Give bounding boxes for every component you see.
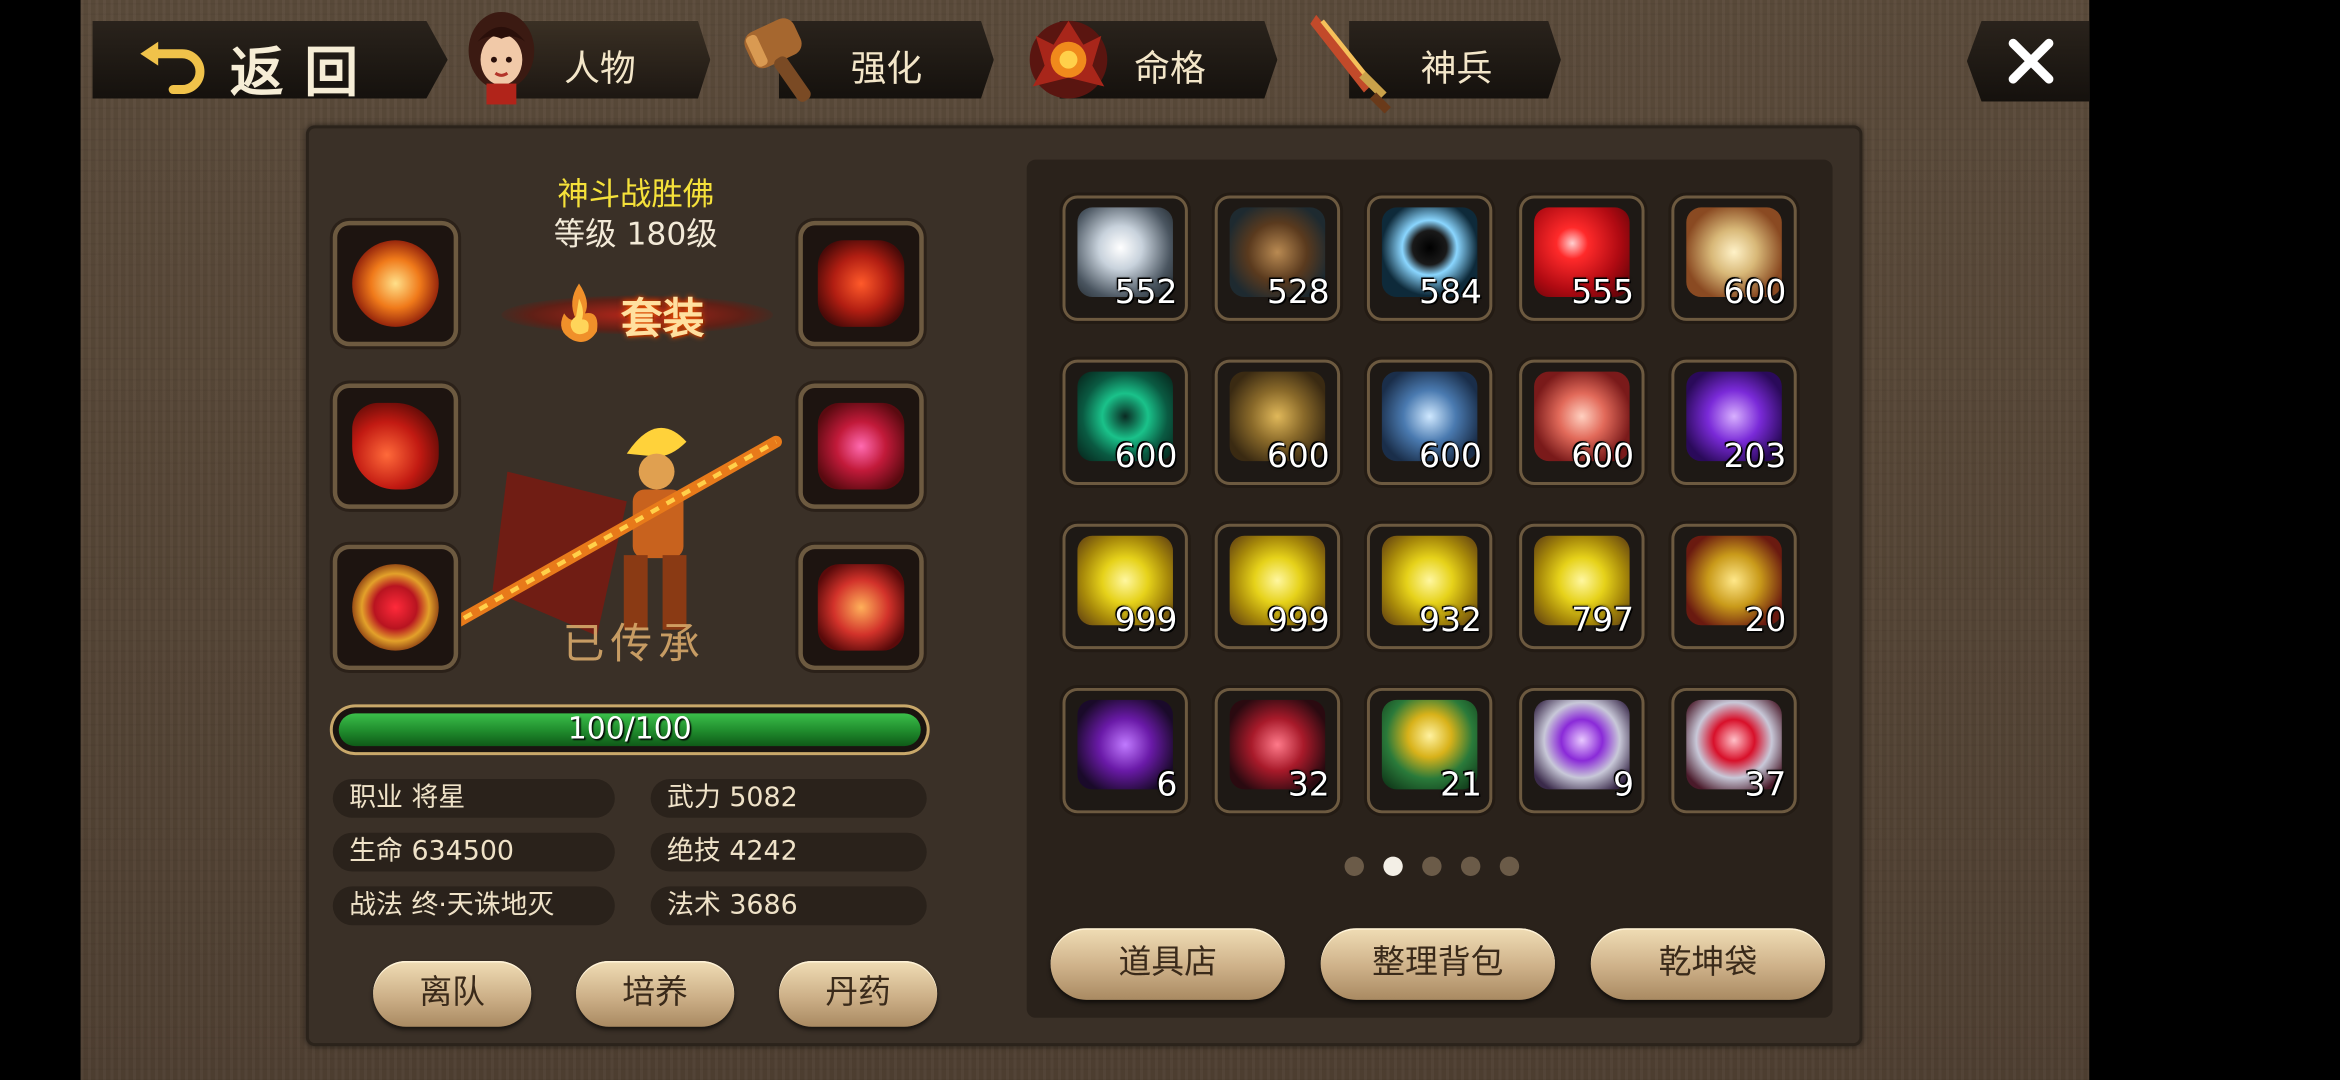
tab-enhance[interactable]: 强化 xyxy=(740,18,994,102)
inventory-slot[interactable]: 600 xyxy=(1065,362,1185,483)
inventory-slot[interactable]: 932 xyxy=(1369,526,1490,647)
item-count: 21 xyxy=(1440,767,1482,805)
stat-tactic: 战法 终·天诛地灭 xyxy=(332,886,615,926)
inventory-slot[interactable]: 999 xyxy=(1065,526,1185,647)
stat-power: 武力 5082 xyxy=(650,778,927,818)
page-dot[interactable] xyxy=(1383,856,1403,876)
item-count: 37 xyxy=(1744,767,1787,805)
demon-emblem-icon xyxy=(1029,20,1108,99)
inventory-slot[interactable]: 999 xyxy=(1217,526,1338,647)
item-count: 9 xyxy=(1613,767,1635,805)
page-dot[interactable] xyxy=(1460,856,1481,876)
equip-slot-ruby-amulet[interactable] xyxy=(337,549,454,666)
inventory-slot[interactable]: 552 xyxy=(1065,198,1185,318)
page-dot[interactable] xyxy=(1499,856,1520,876)
item-count: 932 xyxy=(1419,602,1482,641)
item-count: 552 xyxy=(1114,274,1178,312)
inventory-slot[interactable]: 600 xyxy=(1217,362,1338,483)
tab-weapon[interactable]: 神兵 xyxy=(1307,14,1561,114)
item-count: 999 xyxy=(1266,602,1330,641)
item-count: 600 xyxy=(1723,274,1787,312)
page-dot[interactable] xyxy=(1422,856,1442,876)
close-button[interactable] xyxy=(1966,20,2090,102)
item-count: 600 xyxy=(1114,438,1178,477)
item-count: 203 xyxy=(1723,438,1787,477)
item-count: 600 xyxy=(1266,438,1330,477)
page-dot[interactable] xyxy=(1344,856,1364,876)
tab-character-label: 人物 xyxy=(564,47,636,90)
tab-weapon-label: 神兵 xyxy=(1420,47,1493,90)
stat-life: 生命 634500 xyxy=(332,832,615,872)
sort-bag-button[interactable]: 整理背包 xyxy=(1320,928,1555,1000)
back-label: 返回 xyxy=(229,41,380,105)
item-count: 600 xyxy=(1419,438,1482,477)
inventory-slot[interactable]: 9 xyxy=(1522,690,1642,811)
inventory-slot[interactable]: 21 xyxy=(1369,690,1490,811)
set-badge[interactable]: 套装 xyxy=(501,278,774,353)
tab-character[interactable]: 人物 xyxy=(460,11,711,105)
item-count: 999 xyxy=(1114,602,1178,641)
inherited-label: 已传承 xyxy=(562,619,706,669)
item-count: 20 xyxy=(1744,602,1787,641)
magic-bag-button[interactable]: 乾坤袋 xyxy=(1590,928,1826,1000)
tab-fate-label: 命格 xyxy=(1134,47,1206,90)
inventory-slot[interactable]: 600 xyxy=(1369,362,1490,483)
equip-slot-flame-boots[interactable] xyxy=(802,549,920,666)
hp-bar-text: 100/100 xyxy=(567,710,692,747)
pill-button[interactable]: 丹药 xyxy=(778,961,938,1027)
inventory-slot[interactable]: 37 xyxy=(1674,690,1794,811)
sword-icon xyxy=(1310,14,1391,114)
leave-team-button[interactable]: 离队 xyxy=(373,961,532,1027)
hero-level: 等级 180级 xyxy=(553,216,718,253)
hp-bar: 100/100 xyxy=(332,707,927,753)
equip-slot-dragon-armor[interactable] xyxy=(802,387,920,505)
item-count: 528 xyxy=(1266,274,1330,312)
equip-slot-fire-charm[interactable] xyxy=(337,225,454,342)
item-count: 6 xyxy=(1156,767,1178,805)
inventory-slot[interactable]: 6 xyxy=(1065,690,1185,811)
item-count: 555 xyxy=(1571,274,1635,312)
equip-slot-flame-glove[interactable] xyxy=(337,387,454,505)
item-count: 600 xyxy=(1571,438,1635,477)
inventory-slot[interactable]: 584 xyxy=(1369,198,1490,318)
item-count: 584 xyxy=(1419,274,1482,312)
stat-skill: 绝技 4242 xyxy=(650,832,927,872)
inventory-slot[interactable]: 600 xyxy=(1522,362,1642,483)
inventory-slot[interactable]: 797 xyxy=(1522,526,1642,647)
item-count: 797 xyxy=(1571,602,1635,641)
tab-enhance-label: 强化 xyxy=(850,47,923,90)
item-shop-button[interactable]: 道具店 xyxy=(1050,928,1285,1000)
equip-slot-demon-helm[interactable] xyxy=(802,225,920,342)
inventory-slot[interactable]: 203 xyxy=(1674,362,1794,483)
tab-fate[interactable]: 命格 xyxy=(1021,20,1278,99)
inventory-slot[interactable]: 555 xyxy=(1522,198,1642,318)
train-button[interactable]: 培养 xyxy=(576,961,735,1027)
stat-magic: 法术 3686 xyxy=(650,886,927,926)
heroine-portrait-icon xyxy=(468,11,535,105)
close-icon xyxy=(2008,38,2054,84)
set-label: 套装 xyxy=(620,293,705,344)
hero-name: 神斗战胜佛 xyxy=(557,176,715,212)
inventory-slot[interactable]: 32 xyxy=(1217,690,1338,811)
back-button[interactable]: 返回 xyxy=(92,20,448,104)
back-arrow-icon xyxy=(140,41,205,95)
hammer-icon xyxy=(744,18,811,102)
inventory-slot[interactable]: 20 xyxy=(1674,526,1794,647)
stat-job: 职业 将星 xyxy=(332,778,615,818)
item-count: 32 xyxy=(1287,767,1330,805)
inventory-slot[interactable]: 528 xyxy=(1217,198,1338,318)
inventory-slot[interactable]: 600 xyxy=(1674,198,1794,318)
flame-emblem-icon xyxy=(561,283,598,342)
